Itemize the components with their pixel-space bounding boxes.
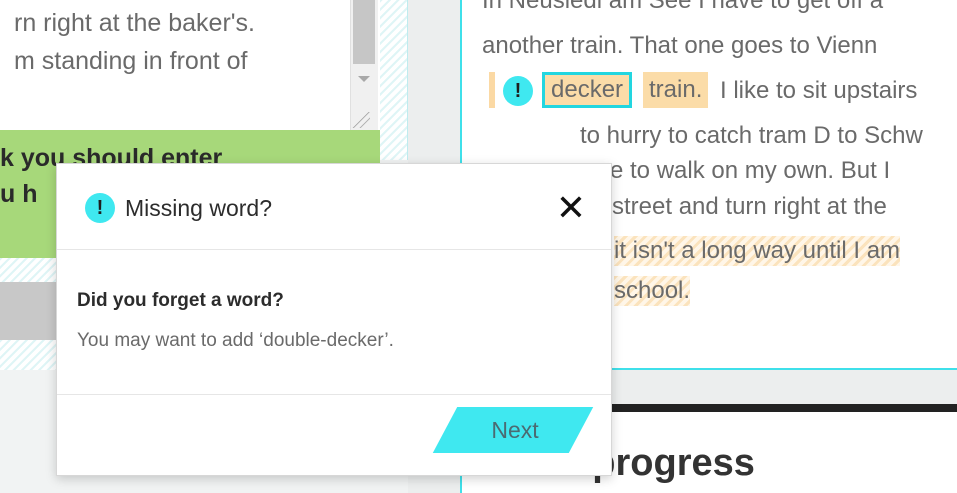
left-text-line: m standing in front of: [14, 47, 248, 75]
text-line: I like to sit upstairs: [720, 77, 918, 104]
text-line: street and turn right at the: [612, 193, 887, 220]
scroll-down-arrow-icon[interactable]: [358, 76, 370, 82]
grey-block: [0, 282, 60, 340]
highlighted-word-train[interactable]: train.: [643, 72, 709, 108]
left-text-line: rn right at the baker's.: [14, 9, 256, 37]
missing-word-popup: ! Missing word? ✕ Did you forget a word?…: [56, 163, 612, 476]
scrollbar-thumb[interactable]: [353, 0, 375, 64]
left-text-content: rn right at the baker's. m standing in f…: [14, 4, 354, 80]
highlight-strip: [489, 72, 495, 108]
next-button[interactable]: Next: [459, 407, 571, 453]
text-line: another train. That one goes to Vienn: [482, 32, 878, 59]
flagged-word-decker[interactable]: decker: [542, 72, 633, 108]
popup-title: Missing word?: [125, 195, 272, 221]
resize-grip-icon[interactable]: [352, 112, 370, 128]
text-line: In Neusiedl am See I have to get off a: [482, 0, 884, 14]
popup-heading: Did you forget a word?: [77, 290, 284, 311]
text-line: ve to walk on my own. But I: [598, 157, 891, 184]
issue-marker-icon[interactable]: !: [503, 76, 533, 106]
hatched-margin: [380, 0, 408, 160]
popup-suggestion: You may want to add ‘double-decker’.: [77, 330, 394, 351]
left-scrollbar[interactable]: [350, 0, 378, 130]
popup-body: Did you forget a word? You may want to a…: [57, 250, 611, 395]
highlighted-text-line[interactable]: it isn't a long way until I am: [614, 236, 901, 266]
highlighted-text-line[interactable]: school.: [614, 276, 691, 306]
text-line: to hurry to catch tram D to Schw: [580, 122, 923, 149]
close-button[interactable]: ✕: [551, 188, 591, 228]
popup-header: ! Missing word? ✕: [57, 164, 611, 250]
writing-feedback-screen: rn right at the baker's. m standing in f…: [0, 0, 957, 493]
alert-icon: !: [85, 193, 115, 223]
hatched-strip: [0, 340, 60, 370]
left-text-panel: rn right at the baker's. m standing in f…: [0, 0, 380, 130]
